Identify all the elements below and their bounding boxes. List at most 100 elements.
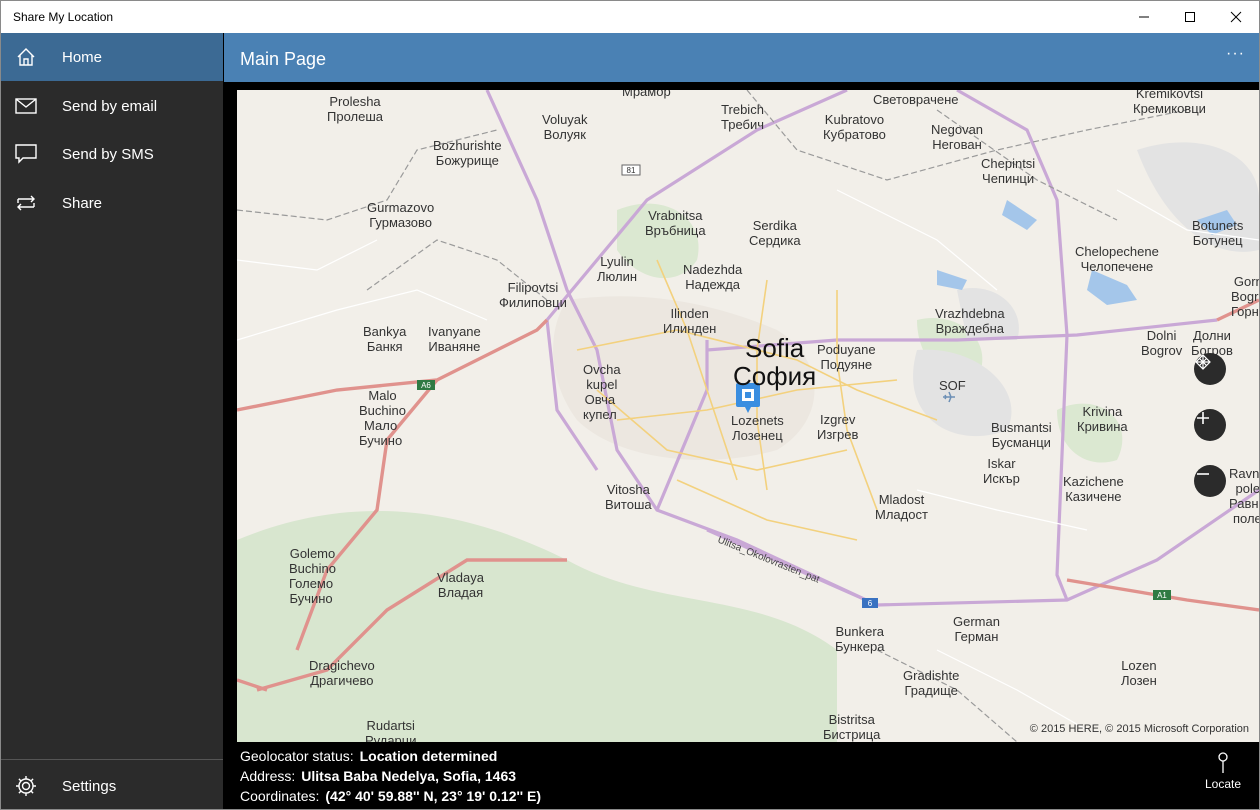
grid-globe-icon	[1195, 354, 1211, 370]
zoom-out-button[interactable]	[1194, 465, 1226, 497]
sidebar-item-label: Settings	[62, 777, 117, 795]
minimize-button[interactable]	[1121, 1, 1167, 33]
map-view[interactable]: 81 A6 6 A1 Ulitsa_Okolovrasten_pat Sofia…	[237, 90, 1259, 742]
mail-icon	[1, 82, 51, 130]
coordinates-row: Coordinates: (42° 40' 59.88'' N, 23° 19' …	[240, 788, 541, 808]
message-icon	[1, 130, 51, 178]
place-label-poduyane: Poduyane Подуяне	[817, 342, 876, 372]
city-label: Sofia София	[733, 333, 817, 391]
maximize-icon	[1185, 12, 1195, 22]
place-label-kazichene: Kazichene Казичене	[1063, 474, 1124, 504]
map-container: 81 A6 6 A1 Ulitsa_Okolovrasten_pat Sofia…	[224, 82, 1259, 742]
place-label-gorni: GornBogro	[1231, 274, 1259, 304]
close-icon	[1230, 11, 1242, 23]
place-label-trebich: Trebich Требич	[721, 102, 765, 132]
place-label-kubratovo: Kubratovo Кубратово	[823, 112, 886, 142]
coordinates-label: Coordinates:	[240, 788, 320, 804]
place-label-lozenets: Lozenets Лозенец	[731, 413, 784, 443]
sidebar-item-label: Send by SMS	[62, 145, 154, 163]
road-shield-a6: A6	[421, 381, 431, 390]
place-label-busmantsi: Busmantsi Бусманци	[991, 420, 1052, 450]
place-label-bunkera: Bunkera Бункера	[835, 624, 885, 654]
place-label-botunets: Botunets Ботунец	[1192, 218, 1244, 248]
geolocator-status: Geolocator status: Location determined	[240, 748, 497, 768]
app-window: Share My Location Home Send by email Sen…	[0, 0, 1260, 810]
place-label-prolesha: Prolesha Пролеша	[327, 94, 383, 124]
more-options-button[interactable]: ···	[1226, 45, 1245, 63]
close-button[interactable]	[1213, 1, 1259, 33]
place-label-dolni: Dolni Bogrov	[1141, 328, 1183, 358]
place-label-nadezhda: Nadezhda Надежда	[683, 262, 743, 292]
sidebar-item-home[interactable]: Home	[1, 33, 223, 81]
place-label-ovcha2: Овча купел	[583, 392, 617, 422]
map-view-toggle-button[interactable]	[1194, 353, 1226, 385]
sidebar-item-share[interactable]: Share	[1, 179, 223, 227]
place-label-vrabnitsa: Vrabnitsa Връбница	[645, 208, 706, 238]
locate-button[interactable]: Locate	[1203, 752, 1243, 791]
sidebar-item-label: Home	[62, 48, 103, 66]
status-value: Location determined	[359, 748, 498, 764]
sidebar: Home Send by email Send by SMS Share Set…	[1, 33, 223, 809]
place-label-chepintsi: Chepintsi Чепинци	[981, 156, 1036, 186]
place-label-lyulin: Lyulin Люлин	[597, 254, 638, 284]
window-title: Share My Location	[13, 10, 114, 24]
place-label-krivina: Krivina Кривина	[1077, 404, 1128, 434]
place-label-mladost: Mladost Младост	[875, 492, 928, 522]
place-label-lozen: Lozen Лозен	[1121, 658, 1157, 688]
sidebar-item-label: Send by email	[62, 97, 158, 115]
place-label-malo2: Мало Бучино	[359, 418, 403, 448]
place-label-ravno: Ravnopole	[1229, 466, 1259, 496]
locate-label: Locate	[1204, 777, 1242, 791]
place-label-ovcha: Ovcha kupel	[583, 362, 621, 392]
sidebar-item-settings[interactable]: Settings	[1, 762, 223, 810]
minus-icon	[1197, 473, 1209, 475]
place-label-gorni2: Горн	[1231, 304, 1259, 319]
page-title: Main Page	[240, 49, 327, 69]
place-label-voluyak: Voluyak Волуяк	[542, 112, 588, 142]
zoom-in-button[interactable]	[1194, 409, 1226, 441]
coordinates-value: (42° 40' 59.88'' N, 23° 19' 0.12'' E)	[325, 788, 542, 804]
place-label-bankya: Bankya Банкя	[363, 324, 407, 354]
place-label-ivanyane: Ivanyane Иваняне	[428, 324, 481, 354]
place-label-gurmazovo: Gurmazovo Гурмазово	[367, 200, 435, 230]
place-label-dragichevo: Dragichevo Драгичево	[309, 658, 375, 688]
place-label-vitosha: Vitosha Витоша	[605, 482, 652, 512]
place-label-vladaya: Vladaya Владая	[437, 570, 484, 600]
home-icon	[1, 33, 51, 81]
road-shield-81: 81	[627, 166, 636, 175]
place-label-golemo: Golemo Buchino	[289, 546, 336, 576]
gear-icon	[1, 762, 51, 810]
place-label-iskar: Iskar Искър	[983, 456, 1020, 486]
info-panel: Geolocator status: Location determined Ad…	[224, 742, 1259, 809]
place-label-ilinden: Ilinden Илинден	[663, 306, 717, 336]
place-label-german: German Герман	[953, 614, 1000, 644]
place-label-chelopechene: Chelopechene Челопечене	[1075, 244, 1159, 274]
sidebar-item-send-by-sms[interactable]: Send by SMS	[1, 130, 223, 178]
road-shield-a1: A1	[1157, 591, 1167, 600]
place-label-gradishte: Gradishte Градище	[903, 668, 960, 698]
place-label-sof: SOF	[939, 378, 966, 393]
place-label-serdika: Serdika Сердика	[749, 218, 801, 248]
share-icon	[1, 179, 51, 227]
place-label-ravno2: Равнополе	[1229, 496, 1259, 526]
address-value: Ulitsa Baba Nedelya, Sofia, 1463	[301, 768, 517, 784]
place-label-izgrev: Izgrev Изгрев	[817, 412, 859, 442]
place-label-bozhurishte: Bozhurishte Божурище	[433, 138, 502, 168]
plus-icon	[1197, 412, 1209, 424]
place-label-golemo2: Големо Бучино	[289, 576, 334, 606]
map-pin-icon	[1218, 752, 1228, 773]
title-bar: Share My Location	[1, 1, 1259, 33]
address-label: Address:	[240, 768, 296, 784]
place-label-filipovtsi: Filipovtsi Филиповци	[499, 280, 567, 310]
address-row: Address: Ulitsa Baba Nedelya, Sofia, 1463	[240, 768, 516, 788]
road-shield-6: 6	[868, 599, 873, 608]
road-label: Ulitsa_Okolovrasten_pat	[716, 535, 821, 586]
place-label-mramor: Мрамор	[622, 90, 671, 99]
place-label-bistritsa: Bistritsa Бистрица	[823, 712, 881, 742]
place-label-malo: Malo Buchino	[359, 388, 406, 418]
page-header: Main Page ···	[224, 33, 1259, 82]
sidebar-divider	[1, 759, 223, 760]
maximize-button[interactable]	[1167, 1, 1213, 33]
place-label-negovan: Negovan Негован	[931, 122, 984, 152]
sidebar-item-send-by-email[interactable]: Send by email	[1, 82, 223, 130]
